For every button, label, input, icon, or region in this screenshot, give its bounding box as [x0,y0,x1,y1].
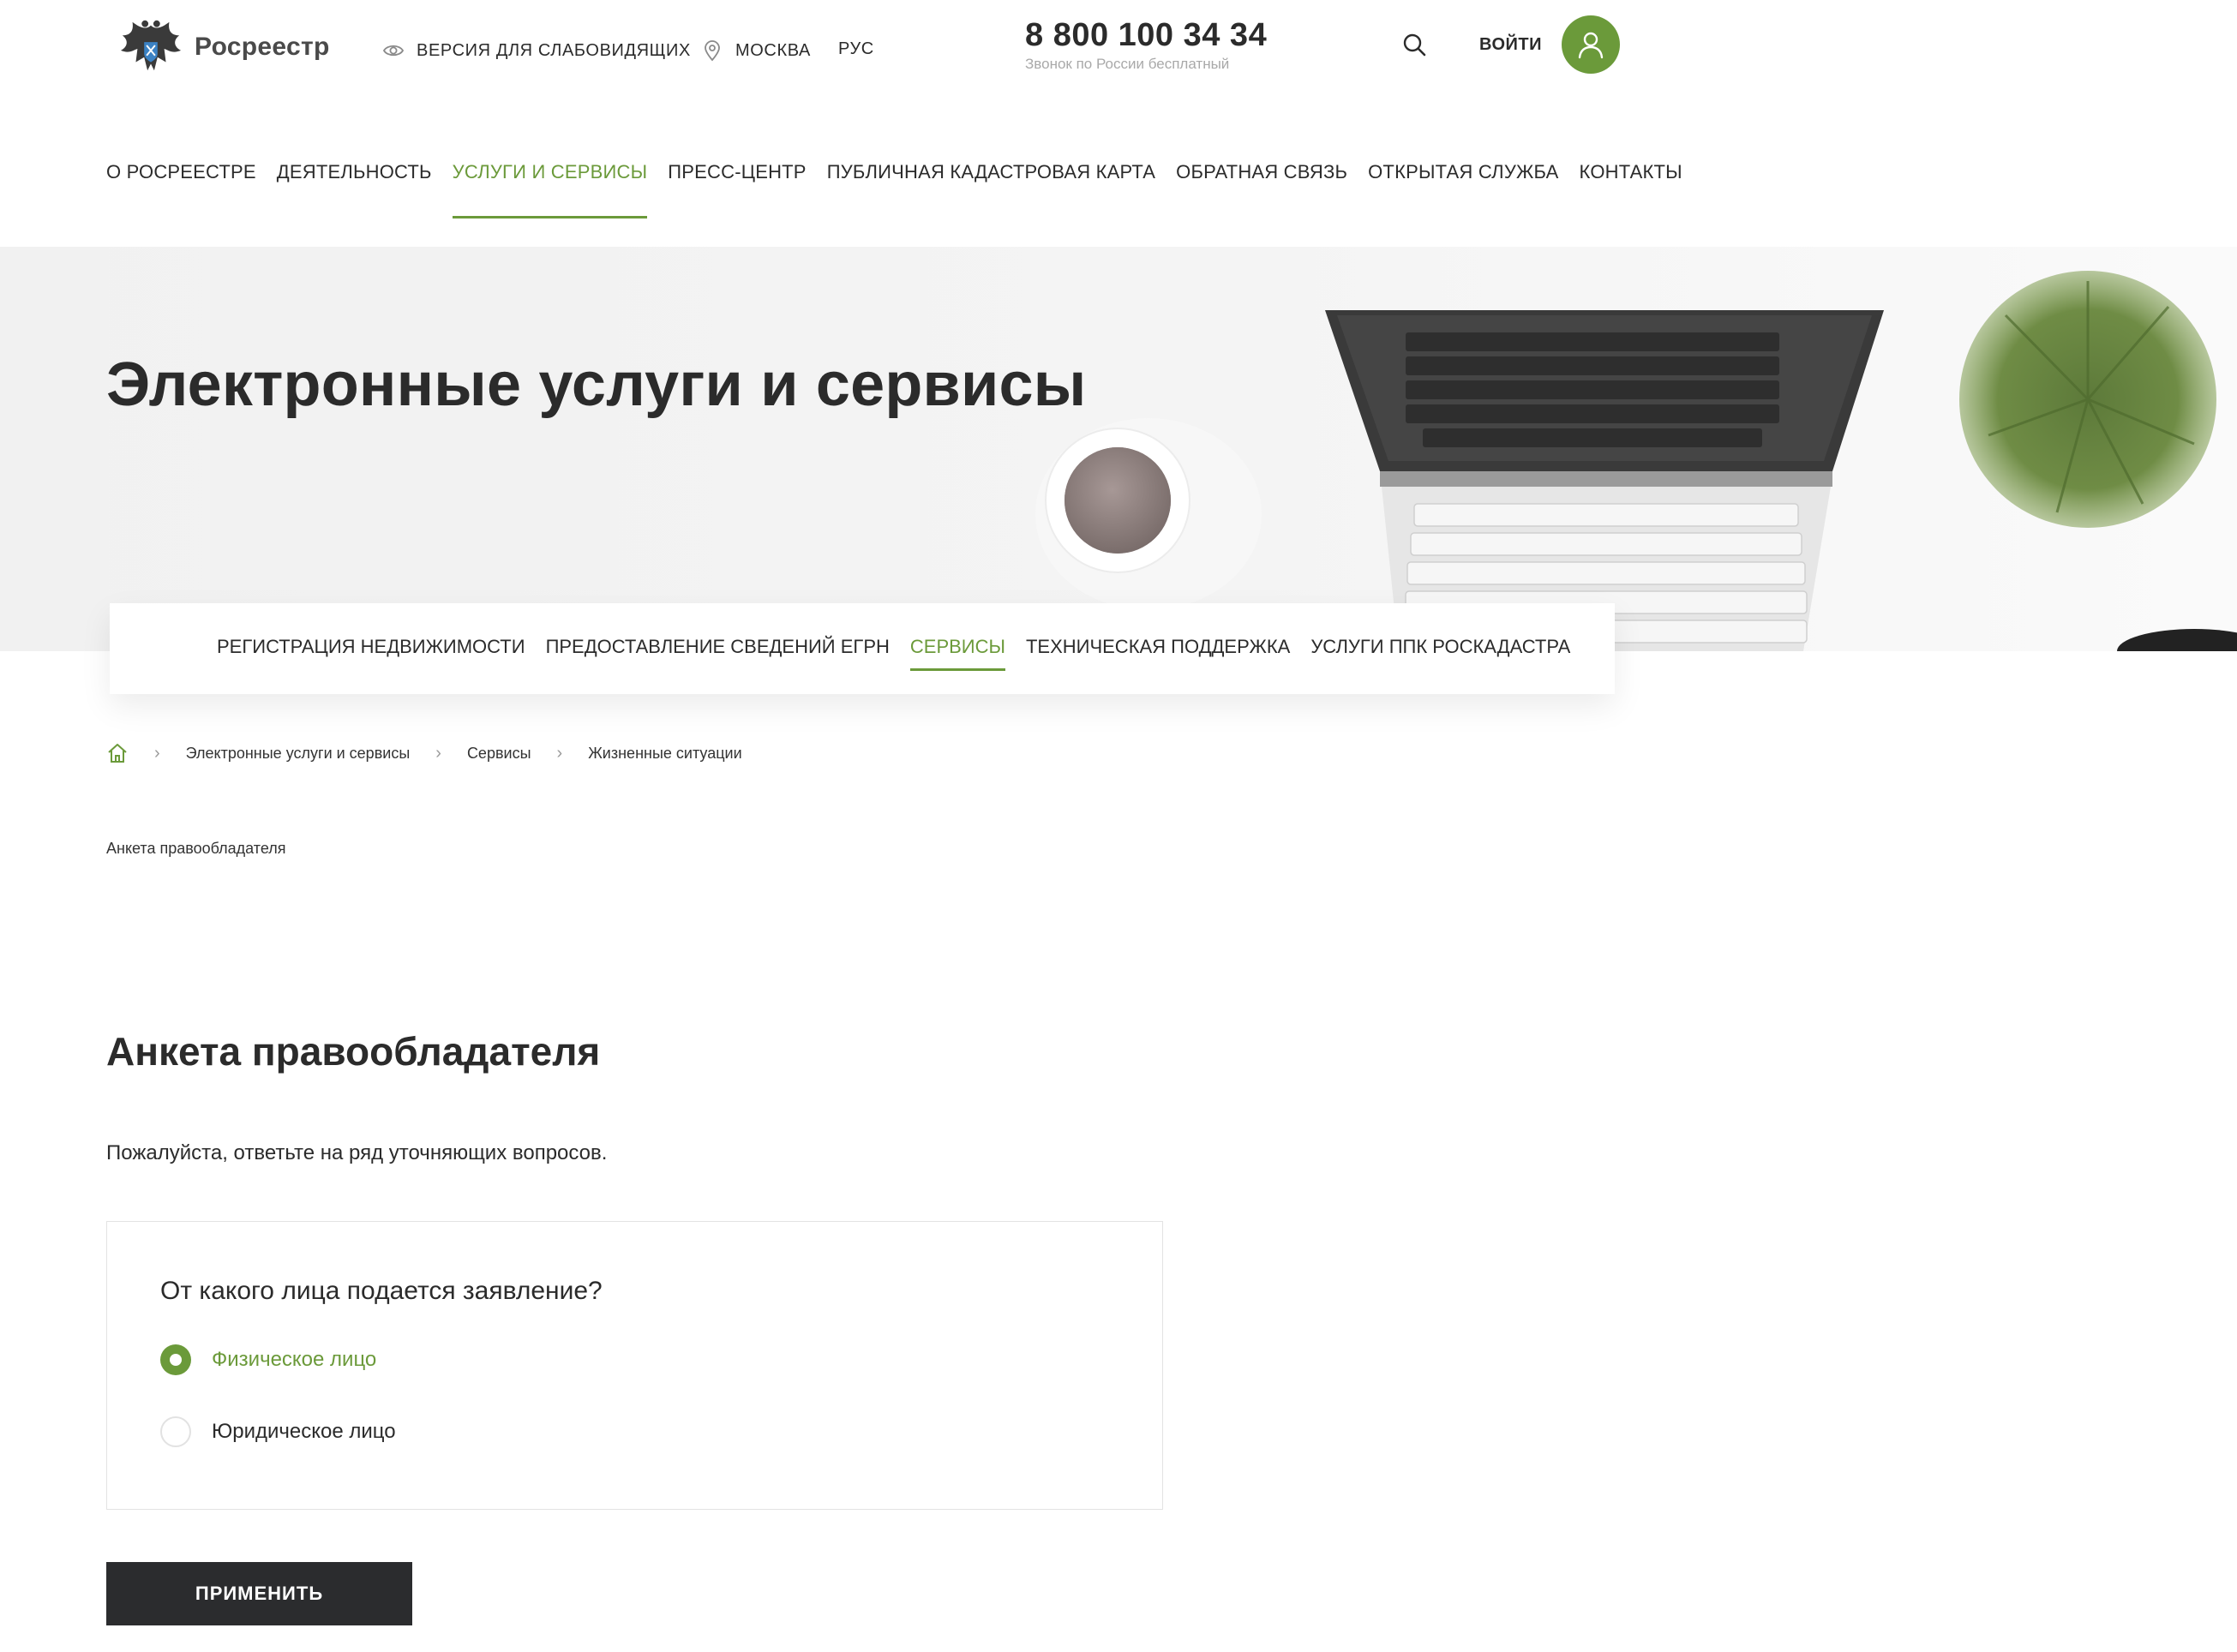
accessibility-link[interactable]: ВЕРСИЯ ДЛЯ СЛАБОВИДЯЩИХ [382,39,691,62]
chevron-right-icon: › [435,743,441,763]
nav-item-press[interactable]: ПРЕСС-ЦЕНТР [668,161,806,218]
search-icon [1403,33,1426,57]
login-link[interactable]: ВОЙТИ [1479,35,1542,55]
question-card: От какого лица подается заявление? Физич… [106,1221,1163,1510]
subnav-item-services[interactable]: СЕРВИСЫ [909,636,1005,671]
nav-item-contacts[interactable]: КОНТАКТЫ [1580,161,1682,218]
user-icon [1578,32,1604,59]
nav-item-feedback[interactable]: ОБРАТНАЯ СВЯЗЬ [1176,161,1347,218]
radio-checked[interactable] [160,1344,191,1375]
hero-banner: Электронные услуги и сервисы [0,247,2237,651]
phone-note: Звонок по России бесплатный [1025,56,1230,72]
breadcrumb-link-services[interactable]: Сервисы [467,745,531,763]
breadcrumb-link-services-root[interactable]: Электронные услуги и сервисы [186,745,411,763]
location-pin-icon [705,40,720,62]
option-individual[interactable]: Физическое лицо [160,1344,376,1375]
main-navigation: О РОСРЕЕСТРЕ ДЕЯТЕЛЬНОСТЬ УСЛУГИ И СЕРВИ… [106,161,1682,218]
search-button[interactable] [1400,31,1430,60]
hero-photo-illustration [1035,271,2237,651]
language-label: РУС [838,39,874,58]
accessibility-label: ВЕРСИЯ ДЛЯ СЛАБОВИДЯЩИХ [417,40,691,60]
eye-icon [382,45,405,57]
subnav-item-support[interactable]: ТЕХНИЧЕСКАЯ ПОДДЕРЖКА [1026,636,1290,671]
subnav-item-roskadastr[interactable]: УСЛУГИ ППК РОСКАДАСТРА [1310,636,1570,671]
radio-unchecked[interactable] [160,1416,191,1447]
breadcrumb-current: Анкета правообладателя [106,840,286,857]
subnav-item-egrn[interactable]: ПРЕДОСТАВЛЕНИЕ СВЕДЕНИЙ ЕГРН [546,636,890,671]
eagle-emblem-icon [120,20,182,71]
breadcrumb: › Электронные услуги и сервисы › Сервисы… [106,742,742,764]
nav-item-cadastral-map[interactable]: ПУБЛИЧНАЯ КАДАСТРОВАЯ КАРТА [827,161,1155,218]
option-legal-entity[interactable]: Юридическое лицо [160,1416,396,1447]
section-subnav: РЕГИСТРАЦИЯ НЕДВИЖИМОСТИ ПРЕДОСТАВЛЕНИЕ … [110,603,1615,694]
nav-item-about[interactable]: О РОСРЕЕСТРЕ [106,161,256,218]
language-selector[interactable]: РУС [838,39,874,59]
breadcrumb-link-life-situations[interactable]: Жизненные ситуации [588,745,741,763]
intro-text: Пожалуйста, ответьте на ряд уточняющих в… [106,1141,608,1164]
nav-item-open-service[interactable]: ОТКРЫТАЯ СЛУЖБА [1368,161,1558,218]
page-title: Анкета правообладателя [106,1029,601,1074]
apply-button[interactable]: ПРИМЕНИТЬ [106,1562,412,1625]
account-button[interactable] [1562,15,1620,74]
hotline: 8 800 100 34 34 Звонок по России бесплат… [1025,17,1267,73]
subnav-item-registration[interactable]: РЕГИСТРАЦИЯ НЕДВИЖИМОСТИ [217,636,525,671]
nav-item-services[interactable]: УСЛУГИ И СЕРВИСЫ [452,161,648,218]
phone-number[interactable]: 8 800 100 34 34 [1025,17,1267,54]
region-selector[interactable]: МОСКВА [701,39,811,62]
nav-item-activity[interactable]: ДЕЯТЕЛЬНОСТЬ [277,161,432,218]
logo-text: Росреестр [195,33,330,61]
option-label: Физическое лицо [212,1348,377,1371]
chevron-right-icon: › [154,743,160,763]
question-title: От какого лица подается заявление? [160,1277,603,1305]
hero-title: Электронные услуги и сервисы [106,350,1087,419]
chevron-right-icon: › [556,743,563,763]
option-label: Юридическое лицо [212,1420,396,1443]
home-icon[interactable] [106,742,129,764]
region-label: МОСКВА [735,40,811,60]
site-logo[interactable]: Росреестр [117,14,330,81]
